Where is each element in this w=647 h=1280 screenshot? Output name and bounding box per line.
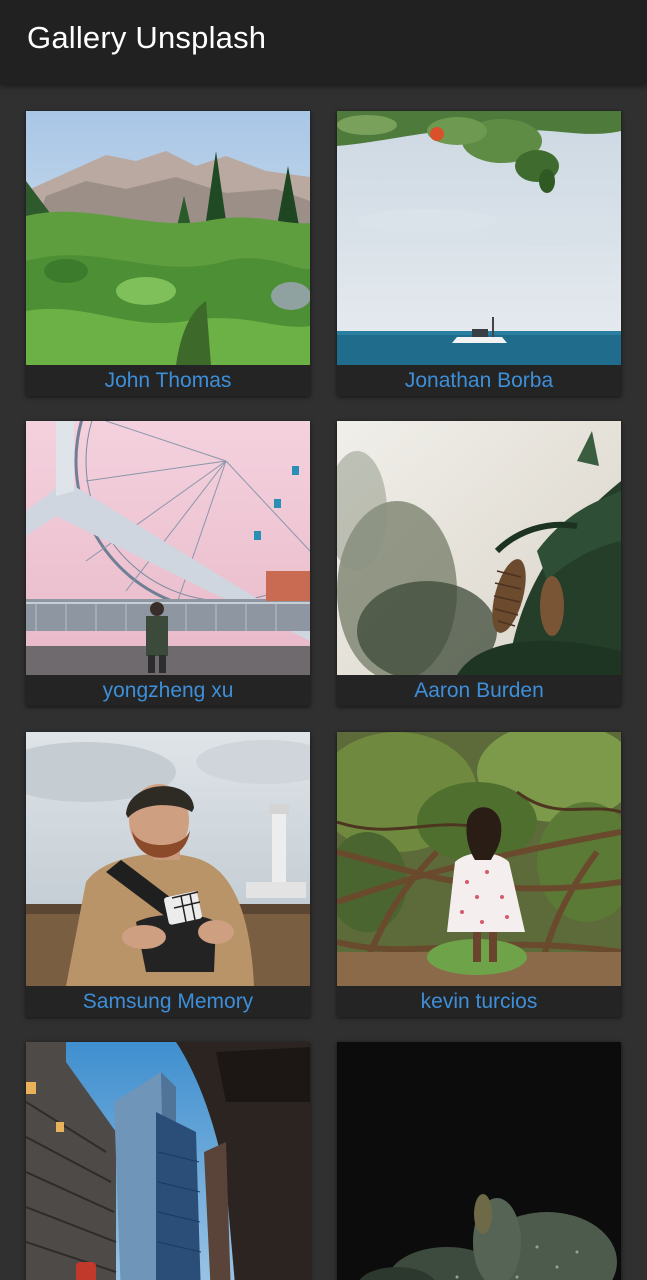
- app-bar: Gallery Unsplash: [0, 0, 647, 84]
- photo-author[interactable]: Jonathan Borba: [337, 365, 621, 396]
- photo-card[interactable]: Aaron Burden: [337, 421, 621, 706]
- photo-card[interactable]: kevin turcios: [337, 732, 621, 1017]
- photo-grid[interactable]: John Thomas Jonathan Borba yongzheng xu …: [0, 84, 647, 1280]
- photo-image[interactable]: [26, 421, 310, 675]
- photo-card[interactable]: John Thomas: [26, 111, 310, 396]
- photo-author[interactable]: yongzheng xu: [26, 675, 310, 706]
- photo-image[interactable]: [337, 111, 621, 365]
- photo-image[interactable]: [26, 1042, 310, 1280]
- photo-card[interactable]: Jonathan Borba: [337, 111, 621, 396]
- photo-card[interactable]: [337, 1042, 621, 1280]
- app-title: Gallery Unsplash: [27, 20, 267, 55]
- photo-image[interactable]: [337, 421, 621, 675]
- photo-author[interactable]: John Thomas: [26, 365, 310, 396]
- photo-image[interactable]: [26, 732, 310, 986]
- photo-card[interactable]: [26, 1042, 310, 1280]
- photo-card[interactable]: Samsung Memory: [26, 732, 310, 1017]
- photo-card[interactable]: yongzheng xu: [26, 421, 310, 706]
- photo-image[interactable]: [337, 1042, 621, 1280]
- photo-author[interactable]: Aaron Burden: [337, 675, 621, 706]
- photo-image[interactable]: [26, 111, 310, 365]
- photo-image[interactable]: [337, 732, 621, 986]
- photo-author[interactable]: kevin turcios: [337, 986, 621, 1017]
- photo-author[interactable]: Samsung Memory: [26, 986, 310, 1017]
